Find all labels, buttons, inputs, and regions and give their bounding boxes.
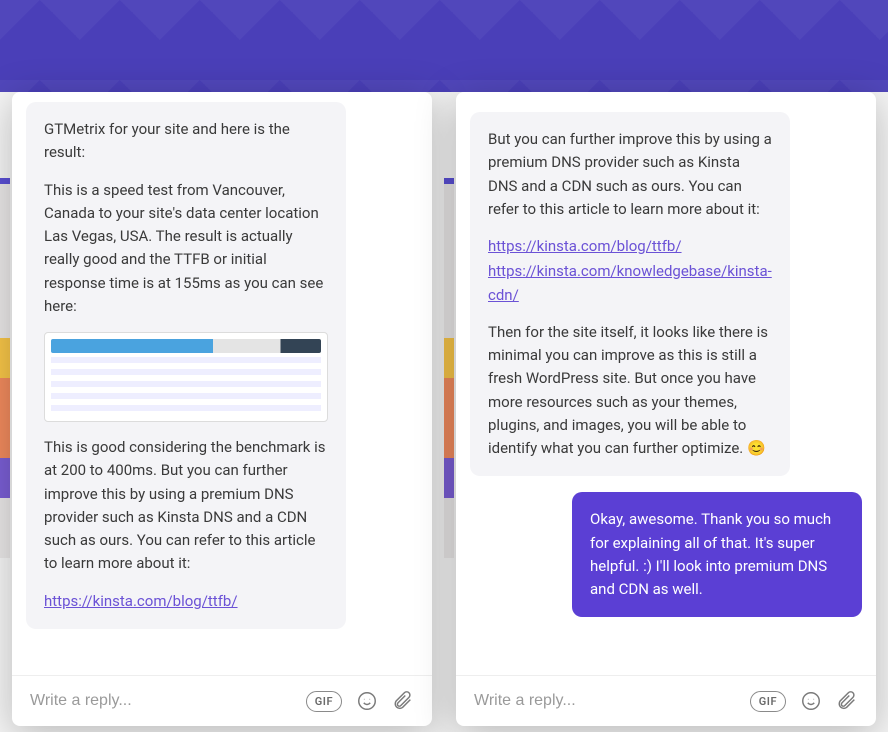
agent-message: But you can further improve this by usin… [470, 112, 790, 476]
gtmetrix-screenshot[interactable] [44, 332, 328, 422]
user-text: Okay, awesome. Thank you so much for exp… [590, 510, 831, 598]
page-background: GTMetrix for your site and here is the r… [0, 0, 888, 732]
agent-message: GTMetrix for your site and here is the r… [26, 102, 346, 629]
reply-input[interactable] [474, 692, 736, 710]
agent-text: GTMetrix for your site and here is the r… [44, 118, 328, 165]
annotation-arrow-icon [227, 379, 267, 381]
composer: GIF [12, 675, 432, 726]
link-cdn-article[interactable]: https://kinsta.com/knowledgebase/kinsta-… [488, 262, 772, 303]
gif-button[interactable]: GIF [306, 691, 342, 712]
message-list[interactable]: But you can further improve this by usin… [456, 92, 876, 675]
emoji-icon[interactable] [356, 690, 378, 712]
agent-text: This is good considering the benchmark i… [44, 436, 328, 576]
link-ttfb-article[interactable]: https://kinsta.com/blog/ttfb/ [488, 237, 682, 255]
gif-button[interactable]: GIF [750, 691, 786, 712]
link-ttfb-article[interactable]: https://kinsta.com/blog/ttfb/ [44, 592, 238, 610]
chat-widget-right: But you can further improve this by usin… [456, 92, 876, 726]
background-peek-left [0, 178, 10, 558]
agent-text: Then for the site itself, it looks like … [488, 321, 772, 461]
attachment-icon[interactable] [392, 690, 414, 712]
agent-text: This is a speed test from Vancouver, Can… [44, 179, 328, 319]
emoji-icon[interactable] [800, 690, 822, 712]
message-list[interactable]: GTMetrix for your site and here is the r… [12, 92, 432, 675]
chat-widget-left: GTMetrix for your site and here is the r… [12, 92, 432, 726]
agent-text: But you can further improve this by usin… [488, 128, 772, 221]
attachment-icon[interactable] [836, 690, 858, 712]
composer: GIF [456, 675, 876, 726]
reply-input[interactable] [30, 692, 292, 710]
user-message: Okay, awesome. Thank you so much for exp… [572, 492, 862, 617]
background-peek-right [444, 178, 454, 558]
